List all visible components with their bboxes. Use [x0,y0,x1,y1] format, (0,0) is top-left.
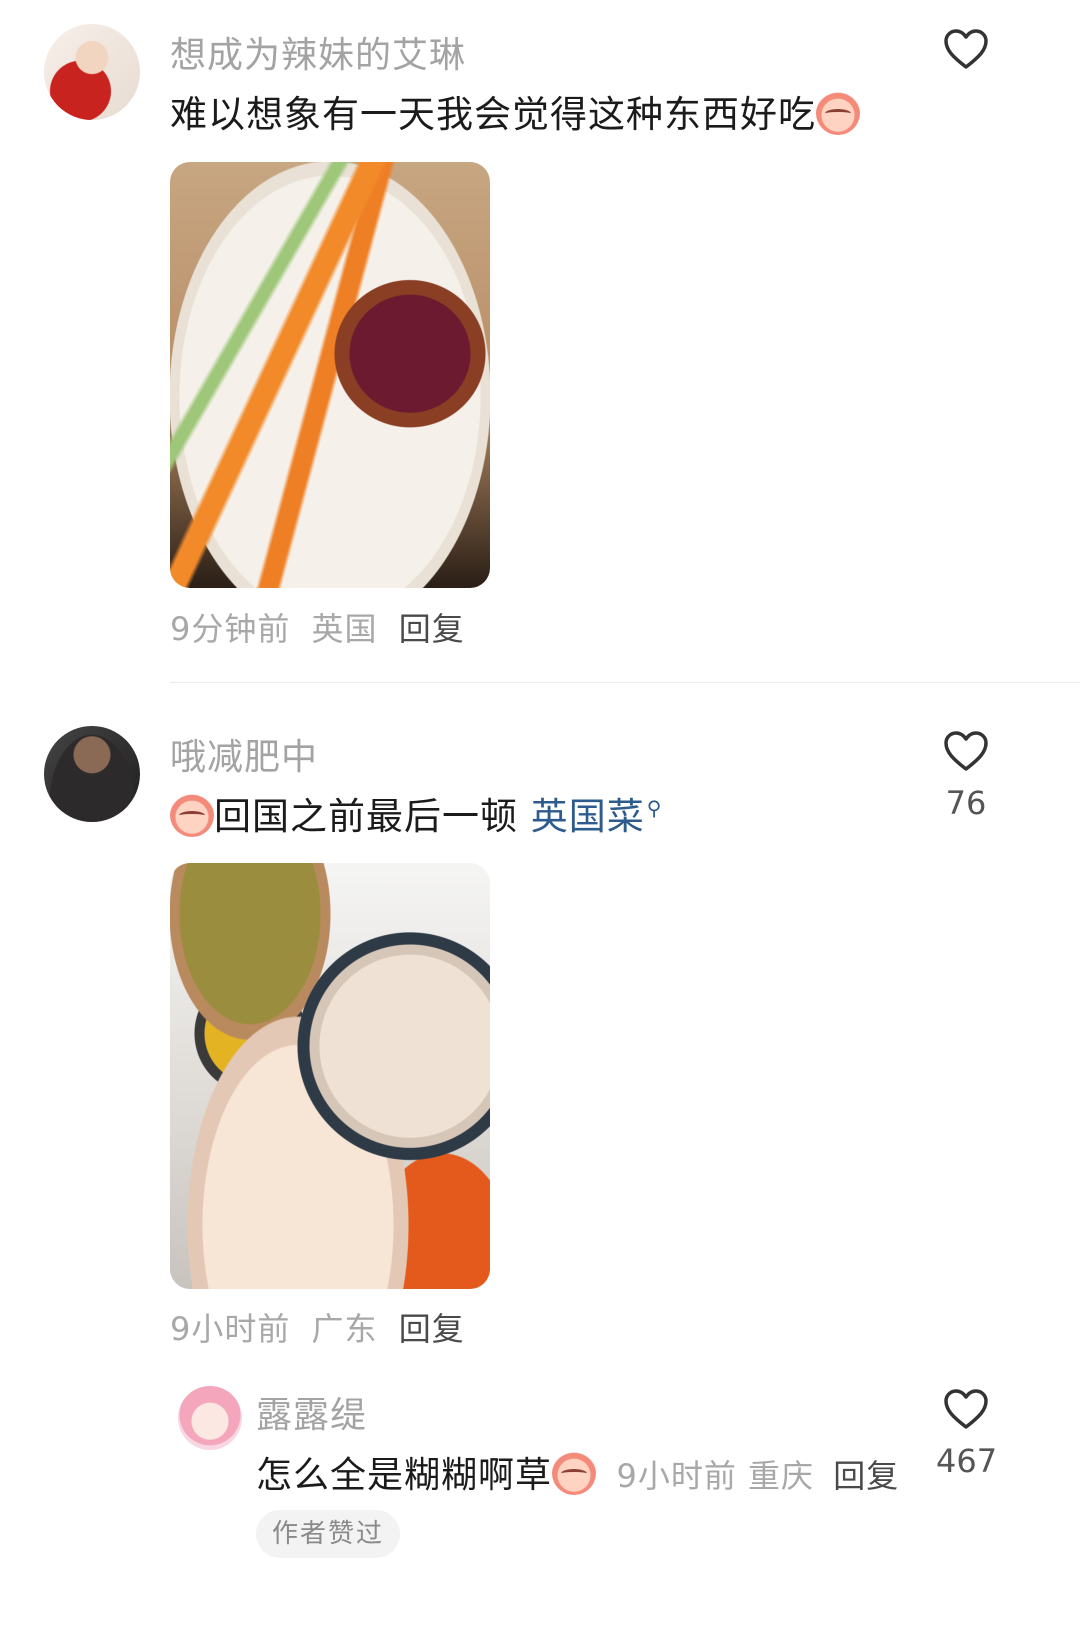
comment-text: 回国之前最后一顿 英国菜 ⚲ [170,786,662,840]
watermelon-face-icon [170,793,214,837]
reply-button[interactable]: 回复 [399,610,465,648]
heart-icon [944,731,988,771]
heart-icon [944,29,988,69]
comment-meta: 9分钟前 英国 回复 [170,604,465,650]
timestamp: 9小时前 [616,1457,737,1495]
username[interactable]: 哦减肥中 [170,728,318,780]
reply-meta: 9小时前 重庆 回复 [616,1457,899,1495]
divider [170,682,1080,683]
like-button[interactable] [936,28,996,70]
region: 英国 [311,610,378,648]
comment-text-body: 回国之前最后一顿 [214,795,518,838]
crying-face-icon [552,1451,597,1495]
crying-face-icon [816,91,860,135]
like-count: 467 [936,1442,998,1480]
comment-image[interactable] [170,162,490,588]
author-liked-badge: 作者赞过 [256,1510,401,1558]
comment-text: 难以想象有一天我会觉得这种东西好吃 [170,84,860,138]
topic-link[interactable]: 英国菜 [531,795,645,838]
like-count: 76 [945,784,987,822]
comment-image[interactable] [170,863,490,1289]
avatar[interactable] [44,726,140,822]
timestamp: 9分钟前 [170,610,291,648]
timestamp: 9小时前 [170,1310,291,1348]
reply-button[interactable]: 回复 [833,1457,899,1495]
username[interactable]: 想成为辣妹的艾琳 [170,26,466,78]
like-button[interactable]: 467 [936,1388,998,1480]
username[interactable]: 露露缇 [256,1386,367,1438]
region: 广东 [311,1310,378,1348]
avatar[interactable] [178,1386,242,1450]
region: 重庆 [748,1457,815,1495]
reply-text-body: 怎么全是糊糊啊草 [256,1455,553,1496]
search-icon: ⚲ [646,796,663,820]
avatar[interactable] [44,24,140,120]
heart-icon [944,1389,988,1429]
comment-text-body: 难以想象有一天我会觉得这种东西好吃 [170,93,816,136]
comment-meta: 9小时前 广东 回复 [170,1304,465,1350]
reply-text: 怎么全是糊糊啊草 9小时前 重庆 回复 [256,1446,899,1498]
reply-button[interactable]: 回复 [399,1310,465,1348]
like-button[interactable]: 76 [936,730,996,822]
